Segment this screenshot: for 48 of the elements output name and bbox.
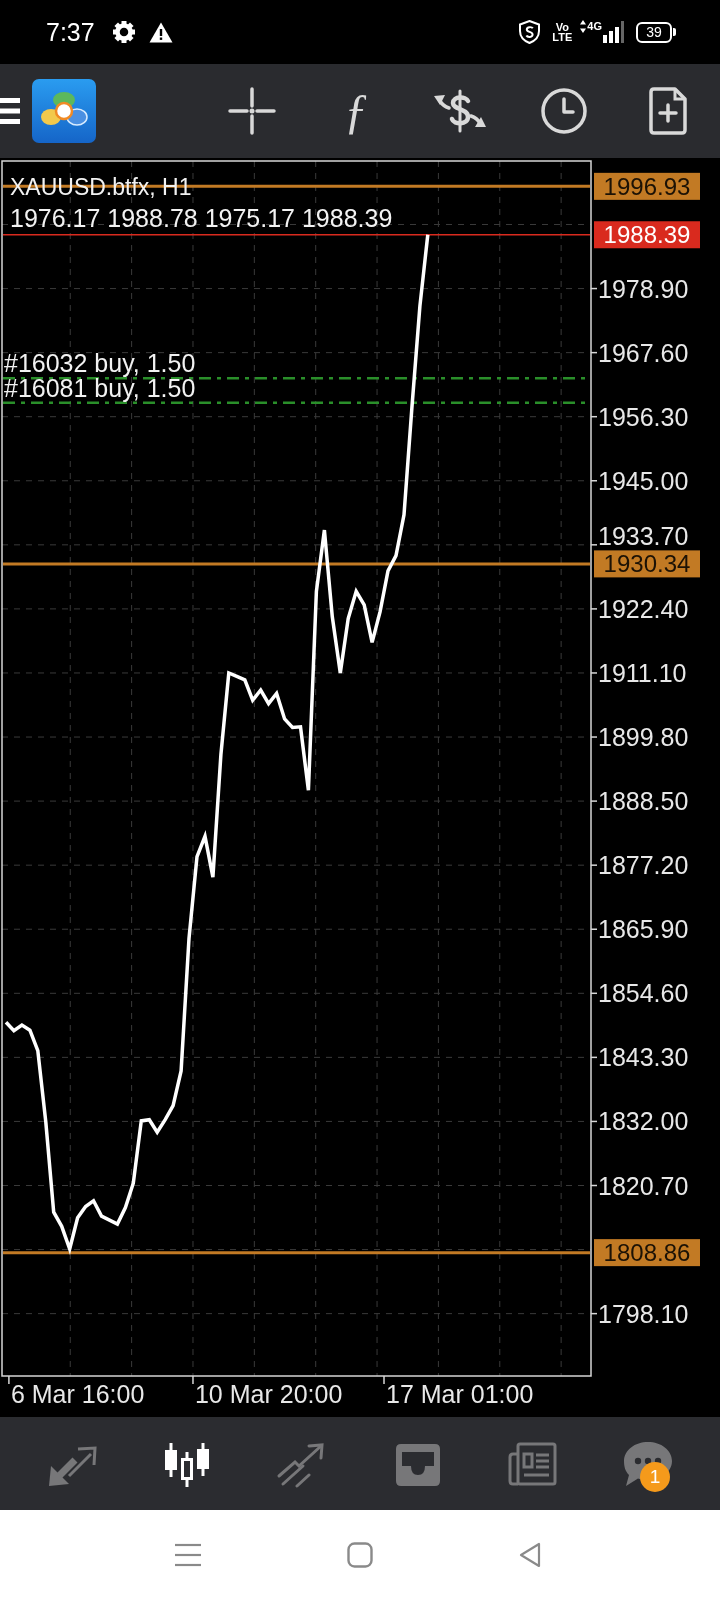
price-axis-label: 1911.10 bbox=[598, 658, 687, 687]
battery-indicator: 39 bbox=[636, 21, 676, 43]
price-axis-label: 1877.20 bbox=[598, 851, 689, 880]
notification-badge: 1 bbox=[640, 1462, 670, 1492]
function-button[interactable]: ƒ bbox=[344, 85, 368, 137]
shield-icon bbox=[519, 20, 541, 44]
warning-icon bbox=[148, 21, 173, 43]
network-type-label: 4G bbox=[587, 20, 602, 32]
price-axis-label: 1899.80 bbox=[598, 723, 689, 752]
clock-icon[interactable] bbox=[540, 87, 588, 135]
time-axis-label: 17 Mar 01:00 bbox=[386, 1380, 534, 1408]
price-level-label: 1930.34 bbox=[594, 550, 700, 578]
app-logo-icon bbox=[32, 79, 96, 143]
price-level-label: 1808.86 bbox=[594, 1239, 700, 1267]
price-axis-label: 1798.10 bbox=[598, 1299, 689, 1328]
time-axis-label: 10 Mar 20:00 bbox=[195, 1380, 343, 1408]
price-axis-label: 1843.30 bbox=[598, 1043, 689, 1072]
price-axis-label: 1933.70 bbox=[598, 521, 689, 550]
price-axis-label: 1854.60 bbox=[598, 979, 689, 1008]
ref-line-label: 1996.93 bbox=[603, 172, 691, 200]
price-axis-label: 1978.90 bbox=[598, 274, 689, 303]
crosshair-icon[interactable] bbox=[228, 87, 276, 135]
order-label: #16032 buy, 1.50 bbox=[4, 349, 196, 378]
gear-icon bbox=[112, 21, 135, 43]
time-axis-label: 6 Mar 16:00 bbox=[10, 1380, 145, 1408]
data-arrows-icon bbox=[580, 20, 587, 33]
status-time: 7:37 bbox=[46, 17, 95, 47]
price-axis-label: 1820.70 bbox=[598, 1171, 689, 1200]
menu-icon[interactable] bbox=[0, 98, 20, 124]
volte-label: Vo LTE bbox=[552, 22, 573, 42]
ohlc-readout: 1976.17 1988.78 1975.17 1988.39 bbox=[10, 204, 393, 232]
price-axis-label: 1922.40 bbox=[598, 594, 689, 623]
price-axis-label: 1832.00 bbox=[598, 1107, 689, 1136]
price-axis-label: 1888.50 bbox=[598, 787, 689, 816]
price-axis-label: 1956.30 bbox=[598, 402, 689, 431]
price-level-label: 1988.39 bbox=[594, 221, 700, 249]
price-axis-label: 1945.00 bbox=[598, 466, 689, 495]
price-axis-label: 1967.60 bbox=[598, 338, 689, 367]
ref-line-label: 1930.34 bbox=[603, 550, 691, 578]
square-icon[interactable] bbox=[347, 1542, 373, 1568]
dollar-arrows-icon[interactable] bbox=[432, 89, 488, 133]
price-level-label: 1996.93 bbox=[594, 172, 700, 200]
add-document-icon[interactable] bbox=[649, 87, 687, 135]
ref-line-label: 1988.39 bbox=[603, 221, 691, 249]
back-icon[interactable] bbox=[519, 1542, 541, 1568]
price-axis-label: 1865.90 bbox=[598, 915, 689, 944]
ref-line-label: 1808.86 bbox=[603, 1239, 691, 1267]
signal-icon bbox=[602, 21, 624, 43]
